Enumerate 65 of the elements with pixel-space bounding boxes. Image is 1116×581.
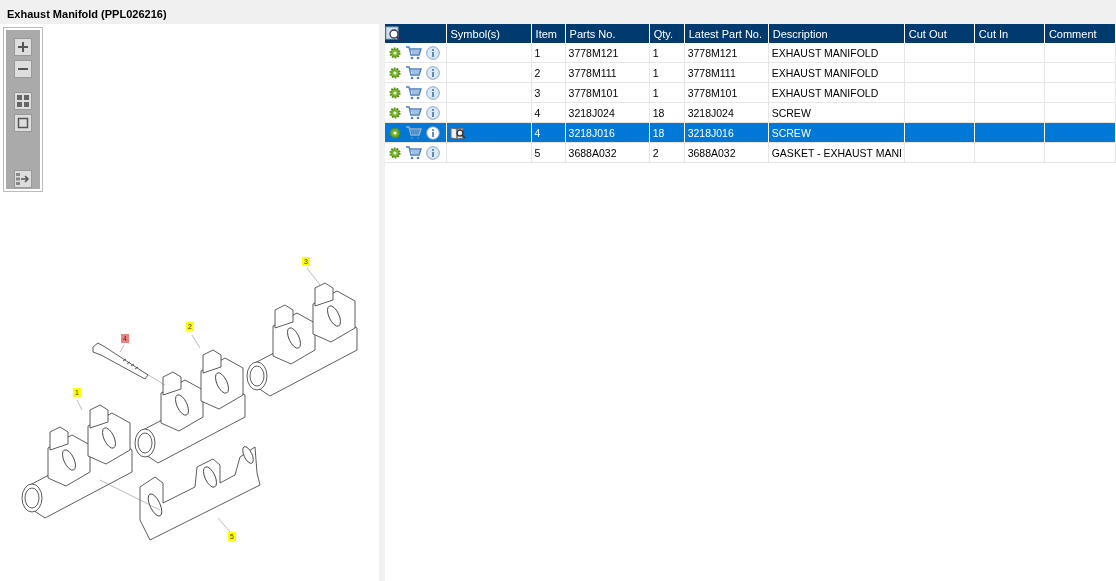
cart-icon[interactable]: [405, 45, 422, 60]
gear-icon[interactable]: [389, 146, 401, 159]
table-cell: 3778M111: [565, 62, 650, 83]
table-row[interactable]: 2 3778M111 1 3778M111 EXHAUST MANIFOLD: [385, 62, 1116, 83]
table-cell: 3688A032: [684, 142, 769, 163]
table-row[interactable]: 4 3218J024 18 3218J024 SCREW: [385, 102, 1116, 123]
info-icon[interactable]: [426, 65, 440, 80]
column-header[interactable]: Cut Out: [904, 24, 975, 43]
cart-icon[interactable]: [405, 85, 422, 100]
info-icon[interactable]: [426, 125, 440, 140]
table-cell: EXHAUST MANIFOLD: [768, 62, 905, 83]
export-icon[interactable]: [14, 170, 32, 188]
gear-icon[interactable]: [389, 126, 401, 139]
cart-icon[interactable]: [405, 65, 422, 80]
fit-window-icon[interactable]: [14, 114, 32, 132]
info-icon[interactable]: [426, 105, 440, 120]
column-header[interactable]: Parts No.: [565, 24, 650, 43]
table-cell: 4: [531, 102, 566, 123]
table-cell: 3778M101: [684, 82, 769, 103]
column-header[interactable]: Qty.: [649, 24, 685, 43]
table-cell: EXHAUST MANIFOLD: [768, 82, 905, 103]
column-header[interactable]: Description: [768, 24, 905, 43]
table-cell: 1: [649, 62, 685, 83]
table-cell: 3778M121: [684, 43, 769, 63]
search-icon[interactable]: [385, 25, 403, 42]
zoom-out-icon[interactable]: [14, 60, 32, 78]
column-header[interactable]: Comment: [1044, 24, 1116, 43]
table-cell: 3688A032: [565, 142, 650, 163]
table-cell: 3218J024: [565, 102, 650, 123]
table-cell: EXHAUST MANIFOLD: [768, 43, 905, 63]
table-cell: GASKET - EXHAUST MANI: [768, 142, 905, 163]
column-header[interactable]: Item: [531, 24, 566, 43]
gear-icon[interactable]: [389, 46, 401, 59]
table-row[interactable]: 4 3218J016 18 3218J016 SCREW: [385, 122, 1116, 143]
table-cell: 1: [531, 43, 566, 63]
column-header[interactable]: Symbol(s): [446, 24, 532, 43]
table-cell: 1: [649, 82, 685, 103]
book-magnifier-icon[interactable]: [449, 125, 466, 140]
gear-icon[interactable]: [389, 86, 401, 99]
table-cell: 18: [649, 102, 685, 123]
table-cell: 3778M121: [565, 43, 650, 63]
table-cell: 3218J024: [684, 102, 769, 123]
table-cell: 1: [649, 43, 685, 63]
info-icon[interactable]: [426, 85, 440, 100]
table-cell: 5: [531, 142, 566, 163]
cart-icon[interactable]: [405, 105, 422, 120]
table-cell: 3: [531, 82, 566, 103]
table-cell: 2: [649, 142, 685, 163]
column-header[interactable]: Latest Part No.: [684, 24, 769, 43]
cart-icon[interactable]: [405, 145, 422, 160]
zoom-in-icon[interactable]: [14, 38, 32, 56]
table-row[interactable]: 1 3778M121 1 3778M121 EXHAUST MANIFOLD: [385, 43, 1116, 63]
table-row[interactable]: 3 3778M101 1 3778M101 EXHAUST MANIFOLD: [385, 82, 1116, 103]
table-cell: 2: [531, 62, 566, 83]
info-icon[interactable]: [426, 145, 440, 160]
gear-icon[interactable]: [389, 66, 401, 79]
window-title: Exhaust Manifold (PPL026216): [7, 8, 167, 20]
column-header[interactable]: Cut In: [974, 24, 1045, 43]
gear-icon[interactable]: [389, 106, 401, 119]
table-row[interactable]: 5 3688A032 2 3688A032 GASKET - EXHAUST MANI: [385, 142, 1116, 163]
fit-all-icon[interactable]: [14, 92, 32, 110]
table-cell: 3778M111: [684, 62, 769, 83]
table-cell: SCREW: [768, 102, 905, 123]
table-cell: 3778M101: [565, 82, 650, 103]
info-icon[interactable]: [426, 45, 440, 60]
